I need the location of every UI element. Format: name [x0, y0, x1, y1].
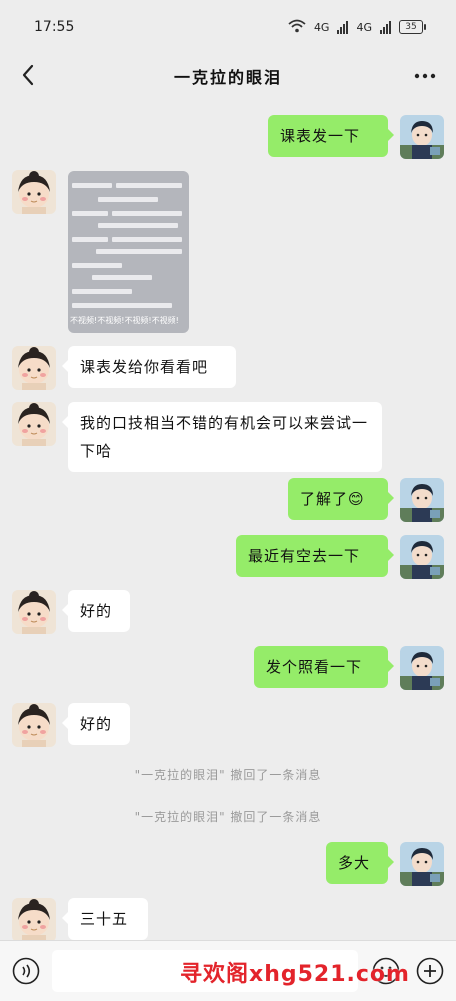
battery-icon: 35	[399, 20, 426, 34]
message-bubble-outgoing[interactable]: 发个照看一下	[254, 646, 394, 688]
signal-icon	[380, 20, 391, 34]
recall-notice: "一克拉的眼泪" 撤回了一条消息	[134, 810, 322, 824]
wifi-icon	[288, 19, 306, 36]
message-bubble-outgoing[interactable]: 课表发一下	[268, 115, 394, 157]
avatar-self[interactable]	[400, 842, 444, 886]
message-bubble-incoming[interactable]: 好的	[62, 703, 130, 745]
signal-icon	[337, 20, 349, 34]
recall-notice: "一克拉的眼泪" 撤回了一条消息	[134, 768, 322, 782]
message-bubble-incoming[interactable]: 我的口技相当不错的有机会可以来尝试一下哈	[62, 402, 382, 472]
more-icon[interactable]	[412, 64, 438, 88]
status-time: 17:55	[34, 19, 75, 35]
watermark: 寻欢阁xhg521.com	[180, 962, 410, 987]
avatar-self[interactable]	[400, 115, 444, 159]
voice-icon[interactable]	[12, 957, 40, 985]
avatar-contact[interactable]	[12, 346, 56, 390]
message-bubble-incoming[interactable]: 课表发给你看看吧	[62, 346, 236, 388]
chat-header: 一克拉的眼泪	[0, 54, 456, 98]
network-type-2: 4G	[356, 20, 372, 34]
avatar-contact[interactable]	[12, 590, 56, 634]
chat-title: 一克拉的眼泪	[173, 68, 282, 87]
avatar-contact[interactable]	[12, 703, 56, 747]
status-icons: 4G 4G 35	[288, 19, 426, 36]
image-message[interactable]: 不视频!不视频!不视频!不视频!	[68, 171, 189, 333]
avatar-contact[interactable]	[12, 402, 56, 446]
message-bubble-outgoing[interactable]: 多大	[326, 842, 394, 884]
avatar-self[interactable]	[400, 478, 444, 522]
message-bubble-outgoing[interactable]: 最近有空去一下	[236, 535, 394, 577]
image-caption: 不视频!不视频!不视频!不视频!	[70, 316, 179, 325]
network-type-1: 4G	[313, 20, 330, 34]
status-bar: 17:55 4G 4G 35	[0, 0, 456, 54]
avatar-contact[interactable]	[12, 170, 56, 214]
plus-icon[interactable]	[416, 957, 444, 985]
battery-level: 35	[399, 20, 423, 34]
message-bubble-outgoing[interactable]: 了解了😊	[288, 478, 394, 520]
avatar-self[interactable]	[400, 535, 444, 579]
avatar-self[interactable]	[400, 646, 444, 690]
message-bubble-incoming[interactable]: 好的	[62, 590, 130, 632]
message-bubble-incoming[interactable]: 三十五	[62, 898, 148, 940]
back-icon[interactable]	[16, 63, 40, 87]
avatar-contact[interactable]	[12, 898, 56, 942]
